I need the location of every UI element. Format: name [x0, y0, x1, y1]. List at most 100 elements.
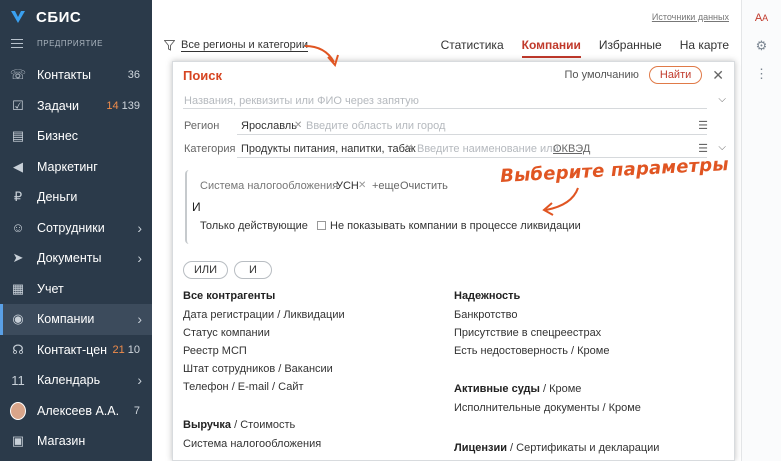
app-logo[interactable]: СБИС — [0, 0, 152, 34]
category-value[interactable]: Продукты питания, напитки, табак — [241, 143, 416, 155]
org-label: ПРЕДПРИЯТИЕ — [37, 38, 103, 48]
section-licenses-title-rest[interactable]: / Сертификаты и декларации — [507, 442, 659, 454]
list-item[interactable]: Система налогообложения — [183, 438, 321, 450]
list-item[interactable]: Исполнительные документы / Кроме — [454, 402, 641, 414]
sidebar-item[interactable]: ☑ Задачи 14 139 — [0, 91, 152, 122]
tab-favorites[interactable]: Избранные — [599, 38, 662, 58]
chevron-right-icon[interactable]: › — [137, 250, 142, 266]
close-icon[interactable]: ✕ — [712, 67, 724, 84]
sidebar-item-count: 7 — [134, 405, 140, 417]
calendar-icon: 11 — [11, 372, 25, 388]
sidebar-item-label: Контакт-цен — [37, 342, 108, 357]
search-title: Поиск — [183, 67, 223, 83]
list-item[interactable]: Телефон / E-mail / Сайт — [183, 381, 345, 393]
search-panel-header: Поиск По умолчанию Найти ✕ — [173, 62, 734, 88]
filter-icon — [164, 40, 175, 51]
only-active-toggle[interactable]: Только действующие — [200, 220, 308, 232]
region-value[interactable]: Ярославль — [241, 120, 297, 132]
sidebar-item-label: Деньги — [37, 190, 78, 205]
unread-count: 14 — [106, 99, 119, 112]
operator-chips: ИЛИ И — [183, 261, 272, 279]
divider — [237, 134, 707, 135]
section-revenue-title: Выручка / Стоимость — [183, 419, 321, 431]
list-item[interactable]: Реестр МСП — [183, 345, 345, 357]
sidebar-item-label: Задачи — [37, 98, 79, 113]
region-remove-icon[interactable]: ✕ — [294, 120, 302, 131]
list-item[interactable]: Статус компании — [183, 327, 345, 339]
sidebar-item[interactable]: ☏ Контакты 36 — [0, 60, 152, 91]
list-icon[interactable]: ☰ — [698, 119, 708, 132]
region-label: Регион — [184, 120, 220, 132]
sidebar-item[interactable]: 11 Календарь › — [0, 365, 152, 396]
sidebar-item[interactable]: ◉ Компании › — [0, 304, 152, 335]
sidebar: СБИС ПРЕДПРИЯТИЕ ☏ Контакты 36 ☑ Задачи 14 139… — [0, 0, 152, 461]
section-revenue-title-rest[interactable]: / Стоимость — [231, 419, 295, 431]
category-remove-icon[interactable]: ✕ — [405, 143, 413, 154]
total-count: 139 — [121, 99, 140, 112]
find-button[interactable]: Найти — [648, 66, 703, 84]
section-courts-title-main[interactable]: Активные суды — [454, 383, 540, 395]
tasks-icon: ☑ — [12, 97, 24, 113]
sidebar-item[interactable]: Алексеев А.А. 7 — [0, 396, 152, 427]
chevron-down-icon[interactable]: ⌵ — [718, 94, 726, 105]
font-size-icon[interactable]: AA — [742, 4, 781, 32]
section-revenue: Выручка / Стоимость Система налогообложе… — [183, 419, 321, 456]
tab-statistics[interactable]: Статистика — [441, 38, 504, 58]
tax-remove-icon[interactable]: ✕ — [358, 180, 366, 191]
clear-link[interactable]: Очистить — [400, 180, 448, 192]
filter-link-label: Все регионы и категории — [181, 39, 309, 52]
chevron-right-icon[interactable]: › — [137, 311, 142, 327]
sources-link[interactable]: Источники данных — [652, 12, 729, 22]
default-preset[interactable]: По умолчанию — [564, 69, 638, 81]
sbis-logo-icon — [11, 11, 25, 23]
section-reliability-title: Надежность — [454, 290, 521, 302]
more-link[interactable]: +еще — [372, 180, 400, 192]
or-chip[interactable]: ИЛИ — [183, 261, 229, 279]
sidebar-item-label: Алексеев А.А. — [37, 403, 120, 418]
region-input[interactable]: Введите область или город — [306, 120, 445, 132]
unread-count: 21 — [112, 343, 125, 356]
okved-link[interactable]: ОКВЭД — [553, 143, 590, 155]
section-revenue-title-main[interactable]: Выручка — [183, 419, 231, 431]
section-licenses-title: Лицензии / Сертификаты и декларации — [454, 442, 659, 454]
sidebar-item[interactable]: ◀ Маркетинг — [0, 152, 152, 183]
hide-liquidation-checkbox[interactable] — [317, 221, 326, 230]
sidebar-item[interactable]: ➤ Документы › — [0, 243, 152, 274]
list-item[interactable]: Присутствие в спецреестрах — [454, 327, 609, 339]
total-count: 36 — [127, 69, 140, 82]
region-category-filter[interactable]: Все регионы и категории — [164, 39, 309, 52]
sidebar-item[interactable]: ☊ Контакт-цен 21 10 — [0, 335, 152, 366]
sidebar-item-label: Контакты — [37, 68, 91, 83]
documents-icon: ➤ — [12, 250, 24, 266]
list-item[interactable]: Банкротство — [454, 309, 609, 321]
list-item[interactable]: Штат сотрудников / Вакансии — [183, 363, 345, 375]
chevron-down-icon[interactable]: ⌵ — [718, 142, 726, 153]
category-input[interactable]: Введите наименование или — [417, 143, 559, 155]
section-courts-title-rest[interactable]: / Кроме — [540, 383, 581, 395]
sidebar-item[interactable]: ₽ Деньги — [0, 182, 152, 213]
more-menu-icon[interactable]: ⋮ — [742, 60, 781, 88]
sidebar-item[interactable]: ▦ Учет — [0, 274, 152, 305]
list-item[interactable]: Дата регистрации / Ликвидации — [183, 309, 345, 321]
chevron-right-icon[interactable]: › — [137, 372, 142, 388]
settings-gear-icon[interactable]: ⚙ — [742, 32, 781, 60]
tab-companies[interactable]: Компании — [521, 38, 581, 58]
section-licenses-title-main[interactable]: Лицензии — [454, 442, 507, 454]
org-selector[interactable]: ПРЕДПРИЯТИЕ — [0, 34, 152, 52]
list-icon[interactable]: ☰ — [698, 142, 708, 155]
query-input[interactable]: Названия, реквизиты или ФИО через запяту… — [184, 95, 419, 107]
sidebar-item[interactable]: ▣ Магазин — [0, 426, 152, 457]
sidebar-item[interactable]: ☺ Сотрудники › — [0, 213, 152, 244]
tab-map[interactable]: На карте — [680, 38, 729, 58]
list-item[interactable]: Есть недостоверность / Кроме — [454, 345, 609, 357]
section-reliability: Надежность Банкротство Присутствие в спе… — [454, 290, 609, 363]
sidebar-item-label: Учет — [37, 281, 64, 296]
staff-icon: ☺ — [11, 220, 25, 236]
chevron-right-icon[interactable]: › — [137, 220, 142, 236]
sidebar-item[interactable]: ▤ Бизнес — [0, 121, 152, 152]
sidebar-item-count: 14 139 — [106, 100, 140, 112]
and-chip[interactable]: И — [234, 261, 272, 279]
tax-value[interactable]: УСН — [336, 180, 359, 192]
menu-icon[interactable] — [11, 38, 23, 48]
tabs: Статистика Компании Избранные На карте — [441, 38, 729, 58]
